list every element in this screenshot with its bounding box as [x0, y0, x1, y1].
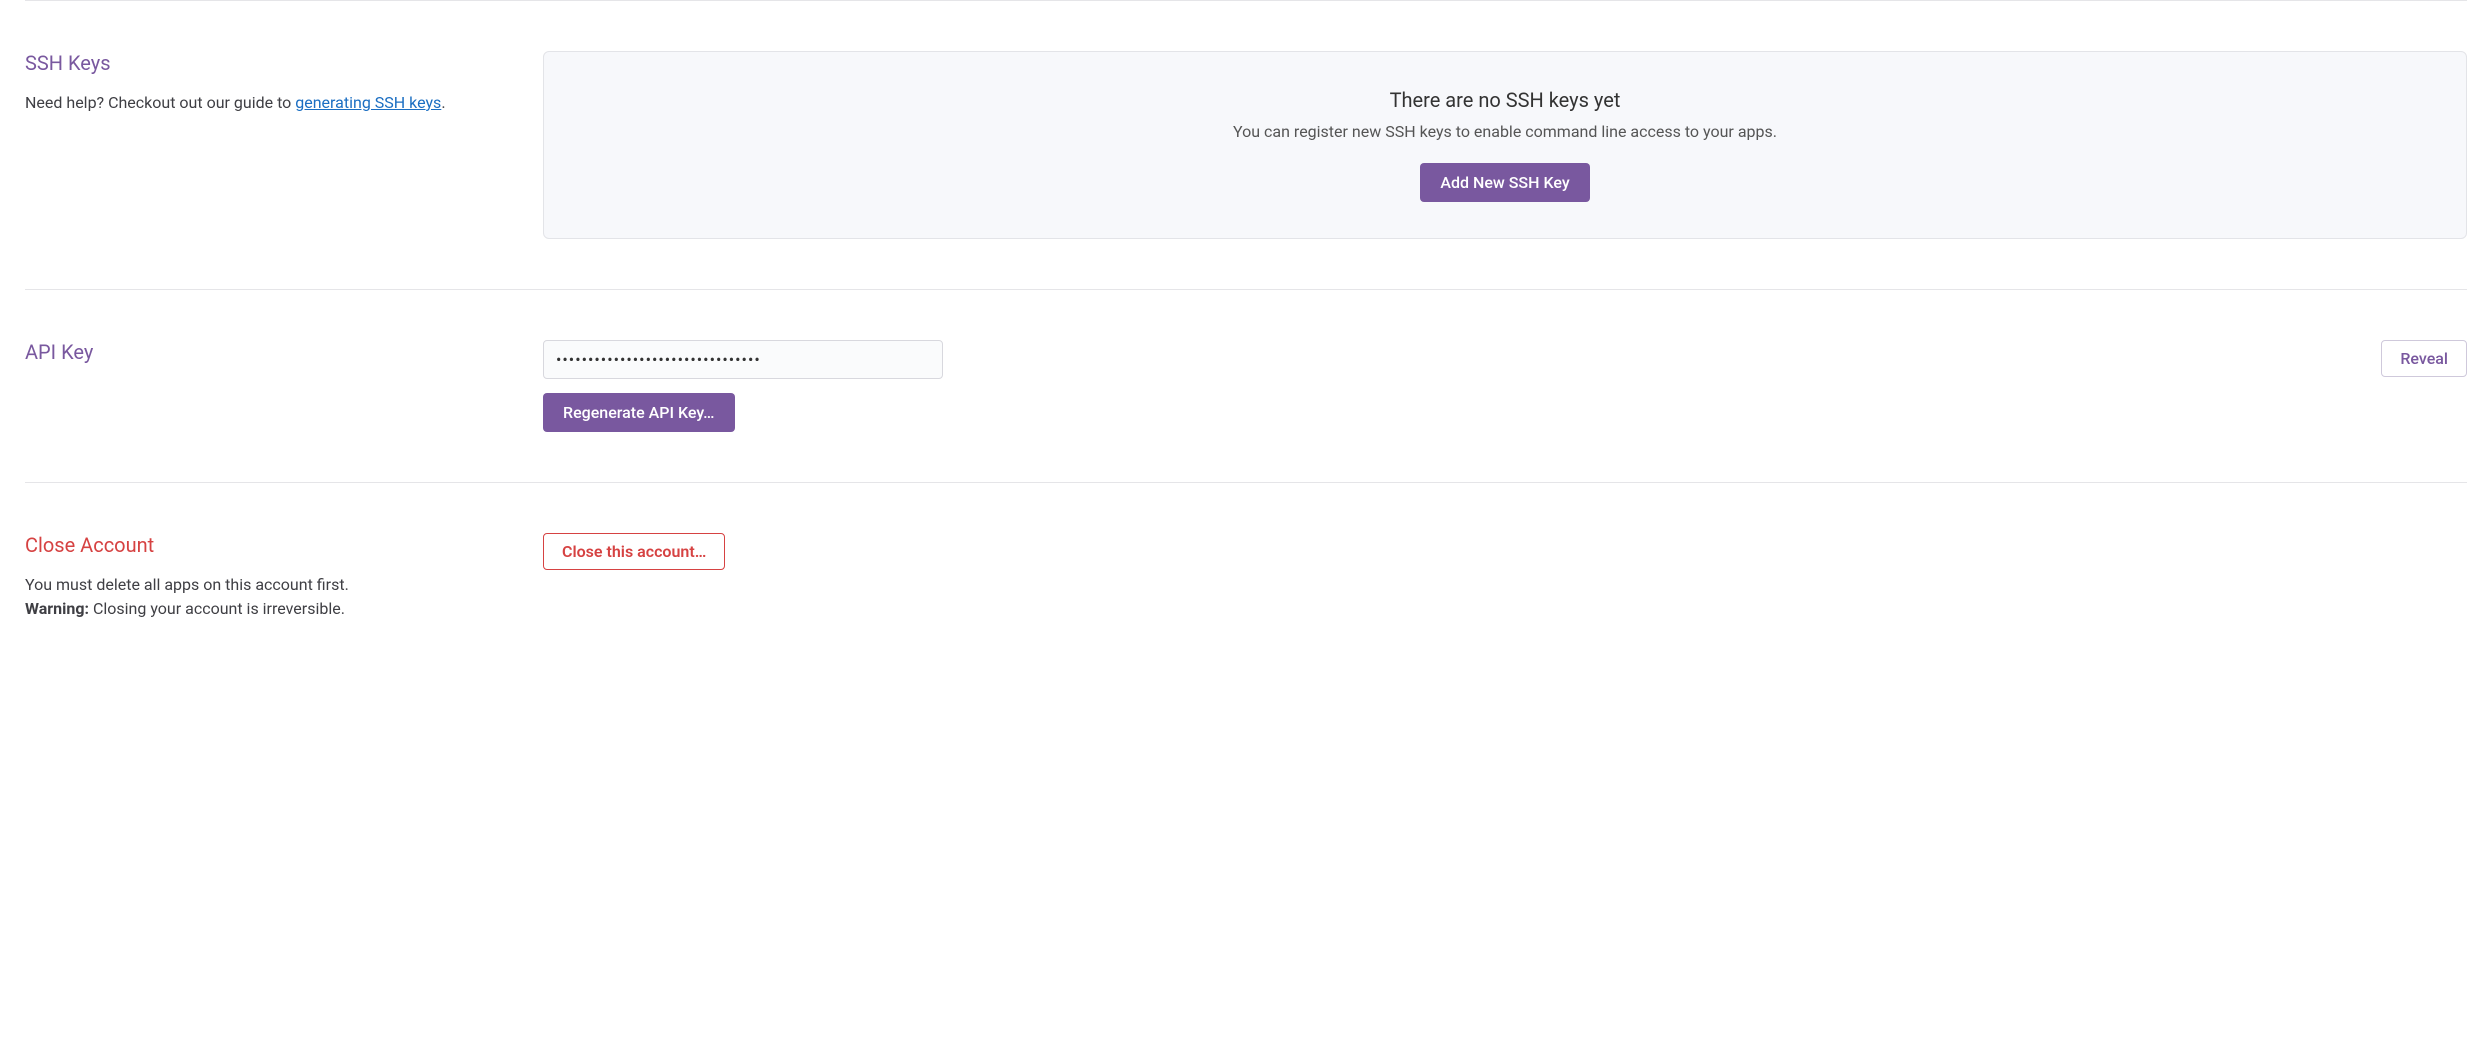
add-ssh-key-button[interactable]: Add New SSH Key [1420, 163, 1589, 202]
api-key-field[interactable] [543, 340, 943, 379]
ssh-help-suffix: . [441, 93, 445, 112]
close-account-right: Close this account… [543, 533, 2467, 621]
api-key-left: API Key [25, 340, 543, 432]
api-key-controls: Regenerate API Key… [543, 340, 2361, 432]
ssh-keys-description: Need help? Checkout out our guide to gen… [25, 91, 503, 115]
close-account-heading: Close Account [25, 533, 503, 557]
api-key-right: Regenerate API Key… Reveal [543, 340, 2467, 432]
api-key-section: API Key Regenerate API Key… Reveal [25, 290, 2467, 482]
close-account-instruction: You must delete all apps on this account… [25, 573, 503, 597]
close-account-section: Close Account You must delete all apps o… [25, 483, 2467, 671]
ssh-empty-subtitle: You can register new SSH keys to enable … [574, 122, 2436, 141]
close-account-warning: Warning: Closing your account is irrever… [25, 597, 503, 621]
ssh-keys-section: SSH Keys Need help? Checkout out our gui… [25, 1, 2467, 289]
api-key-reveal-wrap: Reveal [2381, 340, 2467, 377]
close-account-button[interactable]: Close this account… [543, 533, 725, 570]
regenerate-api-key-button[interactable]: Regenerate API Key… [543, 393, 735, 432]
warning-label: Warning: [25, 599, 89, 618]
ssh-empty-title: There are no SSH keys yet [574, 88, 2436, 112]
api-key-row: Regenerate API Key… Reveal [543, 340, 2467, 432]
ssh-keys-left: SSH Keys Need help? Checkout out our gui… [25, 51, 543, 239]
warning-text: Closing your account is irreversible. [89, 599, 345, 618]
api-key-heading: API Key [25, 340, 503, 364]
close-account-left: Close Account You must delete all apps o… [25, 533, 543, 621]
ssh-help-prefix: Need help? Checkout out our guide to [25, 93, 295, 112]
ssh-keys-right: There are no SSH keys yet You can regist… [543, 51, 2467, 239]
ssh-keys-heading: SSH Keys [25, 51, 503, 75]
ssh-keys-empty-state: There are no SSH keys yet You can regist… [543, 51, 2467, 239]
reveal-api-key-button[interactable]: Reveal [2381, 340, 2467, 377]
generating-ssh-keys-link[interactable]: generating SSH keys [295, 93, 441, 112]
